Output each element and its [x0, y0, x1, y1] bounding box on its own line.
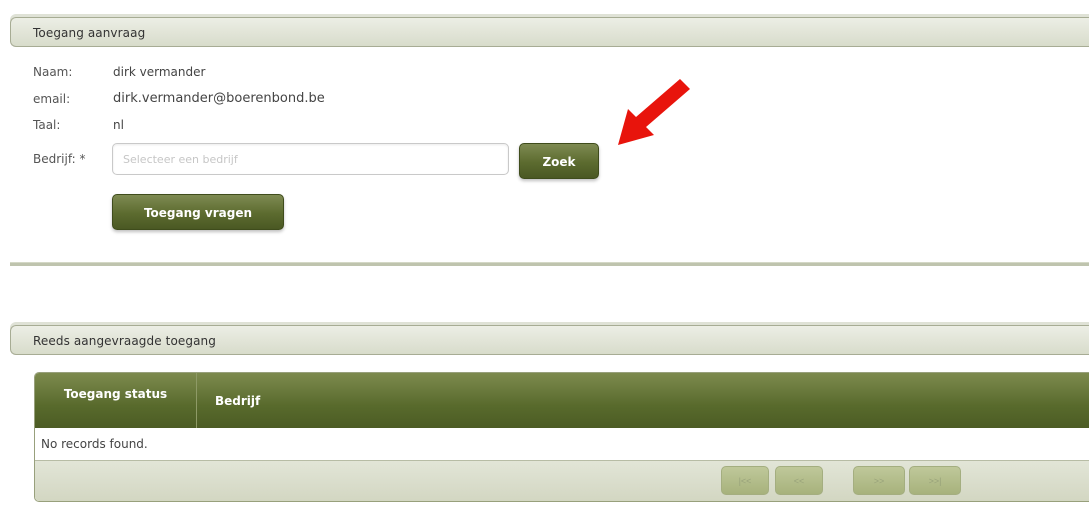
pager-next-button[interactable]: >> — [853, 466, 905, 495]
company-input[interactable] — [112, 143, 509, 175]
table-header: Toegang status Bedrijf — [35, 373, 1089, 428]
red-arrow-icon — [618, 79, 690, 145]
pager-last-button[interactable]: >>| — [909, 466, 961, 495]
language-value: nl — [113, 118, 124, 132]
request-panel-header: Toegang aanvraag — [10, 17, 1089, 47]
requested-panel-header: Reeds aangevraagde toegang — [10, 325, 1089, 355]
search-button[interactable]: Zoek — [519, 143, 599, 179]
request-panel-divider — [10, 262, 1089, 266]
column-header-company[interactable]: Bedrijf — [215, 394, 260, 408]
company-label: Bedrijf: * — [33, 152, 86, 166]
pager-prev-button[interactable]: << — [775, 466, 823, 495]
requests-table: Toegang status Bedrijf No records found.… — [34, 372, 1089, 502]
request-access-button[interactable]: Toegang vragen — [112, 194, 284, 230]
name-value: dirk vermander — [113, 65, 206, 79]
requested-panel-title: Reeds aangevraagde toegang — [33, 334, 216, 348]
email-value: dirk.vermander@boerenbond.be — [113, 91, 325, 106]
column-header-status[interactable]: Toegang status — [35, 373, 197, 428]
empty-message: No records found. — [41, 437, 148, 451]
pager-first-button[interactable]: |<< — [721, 466, 769, 495]
page: Toegang aanvraag Naam: dirk vermander em… — [0, 0, 1089, 512]
name-label: Naam: — [33, 65, 73, 79]
email-label: email: — [33, 92, 71, 106]
empty-row: No records found. — [35, 428, 1089, 461]
request-panel-title: Toegang aanvraag — [33, 26, 146, 40]
language-label: Taal: — [33, 118, 61, 132]
